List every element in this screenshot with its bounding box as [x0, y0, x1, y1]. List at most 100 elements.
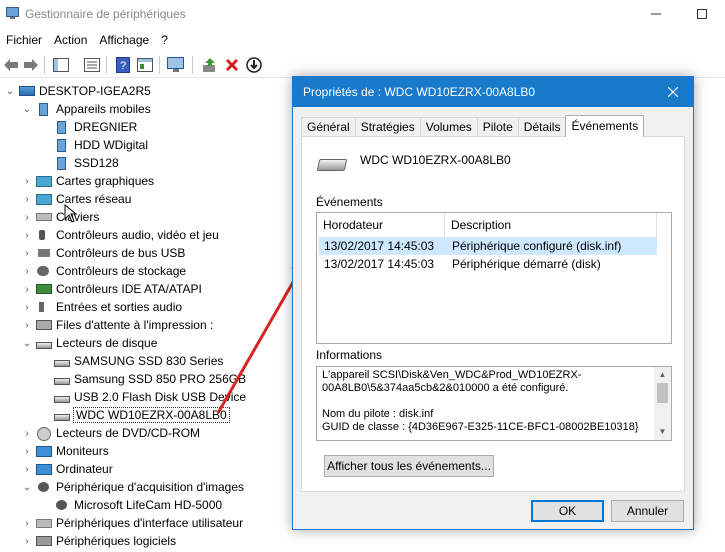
collapse-chevron-icon[interactable]: ⌄	[21, 104, 33, 115]
tree-category-ide[interactable]: › Contrôleurs IDE ATA/ATAPI	[21, 280, 202, 298]
menu-affichage[interactable]: Affichage	[93, 30, 155, 50]
tree-device-samsung-850[interactable]: Samsung SSD 850 PRO 256GB	[39, 370, 246, 388]
tree-label: Périphérique d'acquisition d'images	[56, 480, 245, 494]
scan-hardware-button[interactable]	[167, 56, 185, 74]
menu-action[interactable]: Action	[48, 30, 93, 50]
properties-view-button[interactable]	[83, 56, 101, 74]
tree-device-samsung-830[interactable]: SAMSUNG SSD 830 Series	[39, 352, 223, 370]
minimize-button[interactable]	[633, 0, 679, 28]
expand-chevron-icon[interactable]: ›	[21, 446, 33, 457]
tree-category-stockage[interactable]: › Contrôleurs de stockage	[21, 262, 186, 280]
tree-label: SSD128	[74, 156, 119, 170]
tab-pilote[interactable]: Pilote	[476, 117, 519, 137]
tree-category-computer[interactable]: › Ordinateur	[21, 460, 112, 478]
scroll-up-icon[interactable]: ▲	[654, 367, 671, 383]
collapse-chevron-icon[interactable]: ⌄	[21, 338, 33, 349]
expand-chevron-icon[interactable]: ›	[21, 194, 33, 205]
expand-chevron-icon[interactable]: ›	[21, 266, 33, 277]
audio-io-icon	[36, 300, 52, 314]
tree-category-software[interactable]: › Périphériques logiciels	[21, 532, 176, 550]
events-list[interactable]: Horodateur Description 13/02/2017 14:45:…	[316, 212, 672, 344]
tree-category-dvd[interactable]: › Lecteurs de DVD/CD-ROM	[21, 424, 200, 442]
uninstall-button[interactable]	[223, 56, 241, 74]
tab-strategies[interactable]: Stratégies	[354, 117, 421, 137]
view-button[interactable]	[136, 56, 154, 74]
tree-device-dregnier[interactable]: DREGNIER	[39, 118, 137, 136]
hid-icon	[36, 518, 52, 528]
menu-fichier[interactable]: Fichier	[0, 30, 48, 50]
events-header: Horodateur Description	[317, 213, 671, 237]
tab-details[interactable]: Détails	[517, 117, 567, 137]
tree-device-ssd128[interactable]: SSD128	[39, 154, 119, 172]
help-button[interactable]: ?	[114, 56, 132, 74]
expand-chevron-icon[interactable]: ›	[21, 302, 33, 313]
collapse-chevron-icon[interactable]: ⌄	[4, 86, 16, 97]
events-tab-panel: WDC WD10EZRX-00A8LB0 Événements Horodate…	[301, 136, 685, 492]
tree-device-hdd-wdigital[interactable]: HDD WDigital	[39, 136, 148, 154]
menu-help[interactable]: ?	[155, 30, 174, 50]
ok-button[interactable]: OK	[531, 500, 604, 522]
tree-category-audio-io[interactable]: › Entrées et sorties audio	[21, 298, 182, 316]
forward-button[interactable]	[22, 56, 40, 74]
arrow-right-icon	[24, 59, 38, 71]
dialog-close-button[interactable]	[653, 77, 693, 107]
tree-category-disk-drives[interactable]: ⌄ Lecteurs de disque	[21, 334, 158, 352]
expand-chevron-icon[interactable]: ›	[21, 248, 33, 259]
tab-general[interactable]: Général	[301, 117, 356, 137]
expand-chevron-icon[interactable]: ›	[21, 536, 33, 547]
tree-label: Contrôleurs de stockage	[56, 264, 187, 278]
tree-label: Lecteurs de disque	[56, 336, 158, 350]
expand-chevron-icon[interactable]: ›	[21, 518, 33, 529]
disk-drive-icon	[54, 413, 70, 421]
expand-chevron-icon[interactable]: ›	[21, 320, 33, 331]
tree-device-lifecam[interactable]: Microsoft LifeCam HD-5000	[39, 496, 222, 514]
collapse-chevron-icon[interactable]: ⌄	[21, 482, 33, 493]
scroll-thumb[interactable]	[657, 383, 668, 403]
event-description: Périphérique démarré (disk)	[452, 257, 601, 271]
tree-category-audio-video[interactable]: › Contrôleurs audio, vidéo et jeu	[21, 226, 218, 244]
tab-volumes[interactable]: Volumes	[419, 117, 478, 137]
event-timestamp: 13/02/2017 14:45:03	[324, 257, 435, 271]
tree-label: Lecteurs de DVD/CD-ROM	[56, 426, 201, 440]
update-driver-button[interactable]	[201, 56, 219, 74]
tree-category-cartes-graphiques[interactable]: › Cartes graphiques	[21, 172, 154, 190]
tree-device-wdc-selected[interactable]: WDC WD10EZRX-00A8LB0	[39, 406, 230, 424]
info-line: L'appareil SCSI\Disk&Ven_WDC&Prod_WD10EZ…	[322, 369, 582, 381]
maximize-button[interactable]	[679, 0, 725, 28]
expand-chevron-icon[interactable]: ›	[21, 230, 33, 241]
tree-label: WDC WD10EZRX-00A8LB0	[73, 407, 230, 423]
toolbar-separator	[44, 56, 45, 74]
expand-chevron-icon[interactable]: ›	[21, 176, 33, 187]
tree-category-print-queues[interactable]: › Files d'attente à l'impression :	[21, 316, 213, 334]
view-tree-button[interactable]	[52, 56, 70, 74]
back-button[interactable]	[2, 56, 20, 74]
cancel-button[interactable]: Annuler	[611, 500, 684, 522]
tree-root[interactable]: ⌄ DESKTOP-IGEA2R5	[4, 82, 151, 100]
tree-device-usb-flash[interactable]: USB 2.0 Flash Disk USB Device	[39, 388, 246, 406]
show-all-events-button[interactable]: Afficher tous les événements...	[324, 455, 494, 477]
event-row[interactable]: 13/02/2017 14:45:03 Périphérique configu…	[319, 237, 657, 255]
expand-chevron-icon[interactable]: ›	[21, 212, 33, 223]
event-timestamp: 13/02/2017 14:45:03	[324, 239, 435, 253]
storage-controller-icon	[36, 264, 52, 278]
informations-textbox[interactable]: L'appareil SCSI\Disk&Ven_WDC&Prod_WD10EZ…	[316, 366, 672, 441]
tree-category-usb[interactable]: › Contrôleurs de bus USB	[21, 244, 185, 262]
tree-category-appareils-mobiles[interactable]: ⌄ Appareils mobiles	[21, 100, 151, 118]
column-header-description[interactable]: Description	[445, 213, 657, 237]
tree-category-claviers[interactable]: › Claviers	[21, 208, 99, 226]
event-row[interactable]: 13/02/2017 14:45:03 Périphérique démarré…	[319, 255, 657, 273]
expand-chevron-icon[interactable]: ›	[21, 464, 33, 475]
tab-strip: Général Stratégies Volumes Pilote Détail…	[301, 115, 645, 137]
tree-category-hid[interactable]: › Périphériques d'interface utilisateur	[21, 514, 243, 532]
network-adapter-icon	[36, 193, 52, 205]
column-header-horodateur[interactable]: Horodateur	[317, 213, 445, 237]
tree-category-imaging[interactable]: ⌄ Périphérique d'acquisition d'images	[21, 478, 244, 496]
info-scrollbar[interactable]: ▲ ▼	[654, 367, 671, 440]
tree-category-monitors[interactable]: › Moniteurs	[21, 442, 109, 460]
tab-evenements[interactable]: Événements	[565, 115, 645, 137]
tree-label: Moniteurs	[56, 444, 109, 458]
scroll-down-icon[interactable]: ▼	[654, 424, 671, 440]
expand-chevron-icon[interactable]: ›	[21, 284, 33, 295]
enable-device-button[interactable]	[245, 56, 263, 74]
expand-chevron-icon[interactable]: ›	[21, 428, 33, 439]
